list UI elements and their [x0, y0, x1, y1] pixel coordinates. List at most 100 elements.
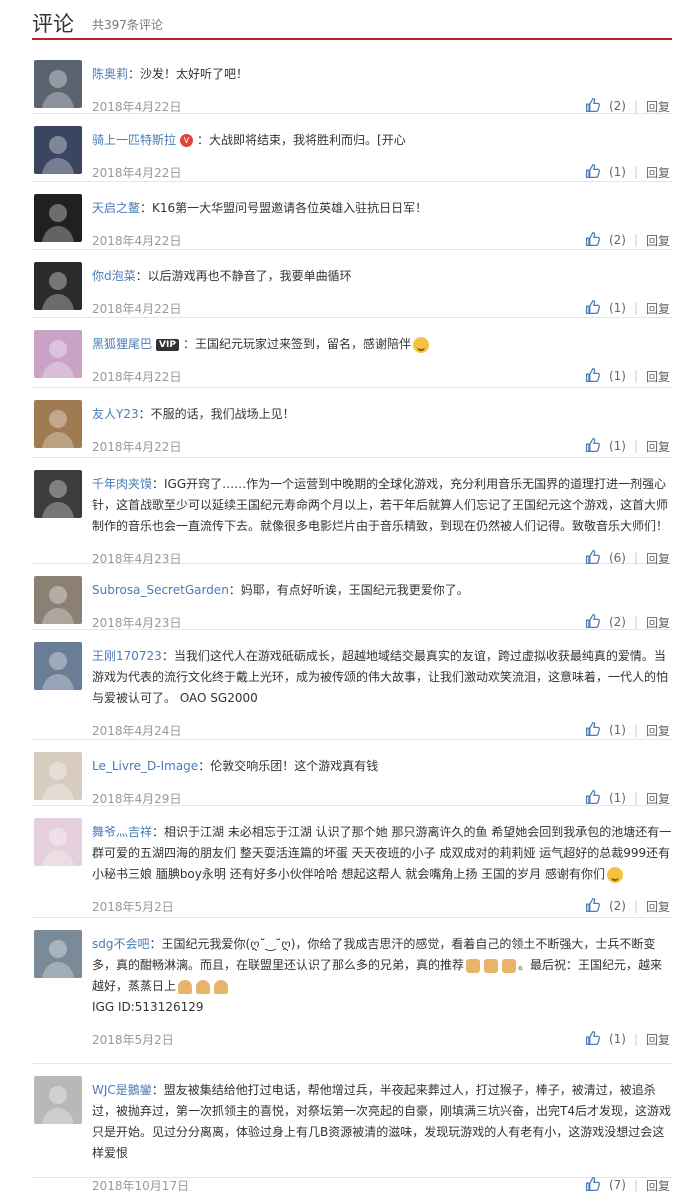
comment-date: 2018年4月22日 [92, 100, 182, 114]
user-avatar[interactable] [34, 752, 82, 800]
comment-text: 王刚170723：当我们这代人在游戏砥砺成长，超越地域结交最真实的友谊，跨过虚拟… [92, 646, 672, 709]
reply-button[interactable]: 回复 [646, 438, 670, 455]
reply-button[interactable]: 回复 [646, 232, 670, 249]
comment-actions: (1) | 回复 [585, 365, 670, 387]
comment-username[interactable]: Le_Livre_D-Image [92, 759, 198, 773]
action-divider: | [633, 233, 638, 247]
pray-emoji-icon [214, 979, 229, 994]
comment-item: Le_Livre_D-Image：伦敦交响乐团！这个游戏真有钱 2018年4月29… [32, 740, 672, 806]
like-button[interactable]: (7) [585, 1176, 626, 1195]
like-button[interactable]: (1) [585, 437, 626, 456]
comment-actions: (1) | 回复 [585, 161, 670, 183]
like-count: (1) [608, 369, 626, 383]
comment-text: 舞爷灬吉祥：相识于江湖 未必相忘于江湖 认识了那个她 那只游离许久的鱼 希望她会… [92, 822, 672, 885]
comment-username[interactable]: 舞爷灬吉祥 [92, 825, 152, 839]
comment-list: 陈奥莉：沙发！太好听了吧！ 2018年4月22日 (2) | 回复 骑上一匹特斯拉 V ：大战… [32, 48, 672, 1193]
comment-body: 黑狐狸尾巴 VIP ：王国纪元玩家过来签到，留名，感谢陪伴 2018年4月22日 (1)… [92, 318, 672, 395]
user-avatar[interactable] [34, 642, 82, 690]
reply-button[interactable]: 回复 [646, 98, 670, 115]
user-avatar[interactable] [34, 576, 82, 624]
comment-username[interactable]: sdg不会吧 [92, 937, 150, 951]
user-avatar[interactable] [34, 330, 82, 378]
comment-username[interactable]: 友人Y23 [92, 407, 139, 421]
like-button[interactable]: (1) [585, 789, 626, 808]
like-button[interactable]: (1) [585, 299, 626, 318]
thumbs-emoji-icon [502, 958, 517, 973]
like-button[interactable]: (2) [585, 231, 626, 250]
like-button[interactable]: (1) [585, 1030, 626, 1049]
reply-button[interactable]: 回复 [646, 614, 670, 631]
comment-actions: (1) | 回复 [585, 297, 670, 319]
like-count: (7) [608, 1178, 626, 1192]
reply-button[interactable]: 回复 [646, 790, 670, 807]
thumbs-up-icon [585, 437, 609, 456]
like-button[interactable]: (2) [585, 97, 626, 116]
like-count: (1) [608, 301, 626, 315]
comment-username[interactable]: 黑狐狸尾巴 [92, 337, 152, 351]
reply-button[interactable]: 回复 [646, 1177, 670, 1194]
comment-body: sdg不会吧：王国纪元我爱你(ღ˘‿˘ღ)，你给了我成吉思汗的感觉，看着自己的领… [92, 918, 672, 1058]
user-avatar[interactable] [34, 126, 82, 174]
comment-username[interactable]: 王刚170723 [92, 649, 162, 663]
comment-body: 千年肉夹馍：IGG开窍了……作为一个运营到中晚期的全球化游戏，充分利用音乐无国界… [92, 458, 672, 577]
comment-actions: (1) | 回复 [585, 1028, 670, 1050]
comment-item: WJC是鵝鑾：盟友被集结给他打过电话，帮他增过兵，半夜起来葬过人，打过猴子，棒子… [32, 1064, 672, 1193]
comment-item: 你d泡菜：以后游戏再也不静音了，我要单曲循环 2018年4月22日 (1) | 回复 [32, 250, 672, 318]
comment-date: 2018年5月2日 [92, 1033, 174, 1047]
reply-button[interactable]: 回复 [646, 164, 670, 181]
comment-content: ：大战即将结束，我将胜利而归。[开心 [197, 133, 406, 147]
action-divider: | [633, 99, 638, 113]
thumbs-up-icon [585, 1176, 609, 1195]
comment-item: 王刚170723：当我们这代人在游戏砥砺成长，超越地域结交最真实的友谊，跨过虚拟… [32, 630, 672, 740]
user-avatar[interactable] [34, 262, 82, 310]
comment-username[interactable]: Subrosa_SecretGarden [92, 583, 229, 597]
comment-username[interactable]: WJC是鵝鑾 [92, 1083, 152, 1097]
comment-date: 2018年4月22日 [92, 166, 182, 180]
comment-username[interactable]: 陈奥莉 [92, 67, 128, 81]
comment-body: 王刚170723：当我们这代人在游戏砥砺成长，超越地域结交最真实的友谊，跨过虚拟… [92, 630, 672, 749]
reply-button[interactable]: 回复 [646, 1031, 670, 1048]
pray-emoji-icon [178, 979, 193, 994]
reply-button[interactable]: 回复 [646, 300, 670, 317]
comment-date: 2018年4月23日 [92, 616, 182, 630]
comment-content: ：沙发！太好听了吧！ [128, 67, 249, 81]
comment-text: 骑上一匹特斯拉 V ：大战即将结束，我将胜利而归。[开心 [92, 130, 672, 151]
comment-username[interactable]: 骑上一匹特斯拉 [92, 133, 176, 147]
weibo-badge-icon: V [180, 134, 194, 147]
like-button[interactable]: (1) [585, 163, 626, 182]
comment-username[interactable]: 千年肉夹馍 [92, 477, 152, 491]
reply-button[interactable]: 回复 [646, 722, 670, 739]
comment-body: 友人Y23：不服的话，我们战场上见！ 2018年4月22日 (1) | 回复 [92, 388, 672, 465]
comment-content: ：K16第一大华盟问号盟邀请各位英雄入驻抗日日军！ [140, 201, 428, 215]
comment-date: 2018年10月17日 [92, 1179, 190, 1193]
comment-item: 黑狐狸尾巴 VIP ：王国纪元玩家过来签到，留名，感谢陪伴 2018年4月22日 (1)… [32, 318, 672, 388]
smile-emoji-icon [412, 336, 429, 353]
user-avatar[interactable] [34, 470, 82, 518]
pray-emoji-icon [196, 979, 211, 994]
reply-button[interactable]: 回复 [646, 368, 670, 385]
user-avatar[interactable] [34, 930, 82, 978]
comment-meta: 2018年10月17日 (7) | 回复 [92, 1174, 672, 1197]
user-avatar[interactable] [34, 1076, 82, 1124]
action-divider: | [633, 369, 638, 383]
comment-username[interactable]: 你d泡菜 [92, 269, 136, 283]
thumbs-up-icon [585, 231, 609, 250]
user-avatar[interactable] [34, 194, 82, 242]
comment-content: ：以后游戏再也不静音了，我要单曲循环 [135, 269, 352, 283]
like-button[interactable]: (2) [585, 897, 626, 916]
thumbs-up-icon [585, 367, 609, 386]
reply-button[interactable]: 回复 [646, 898, 670, 915]
comment-text: 你d泡菜：以后游戏再也不静音了，我要单曲循环 [92, 266, 672, 287]
action-divider: | [633, 439, 638, 453]
user-avatar[interactable] [34, 60, 82, 108]
comment-username[interactable]: 天启之鳌 [92, 201, 140, 215]
like-button[interactable]: (2) [585, 613, 626, 632]
user-avatar[interactable] [34, 818, 82, 866]
comment-content: ：当我们这代人在游戏砥砺成长，超越地域结交最真实的友谊，跨过虚拟收获最纯真的爱情… [92, 649, 669, 705]
comment-date: 2018年4月22日 [92, 370, 182, 384]
user-avatar[interactable] [34, 400, 82, 448]
like-button[interactable]: (1) [585, 721, 626, 740]
like-button[interactable]: (1) [585, 367, 626, 386]
like-count: (1) [608, 723, 626, 737]
action-divider: | [633, 1178, 638, 1192]
